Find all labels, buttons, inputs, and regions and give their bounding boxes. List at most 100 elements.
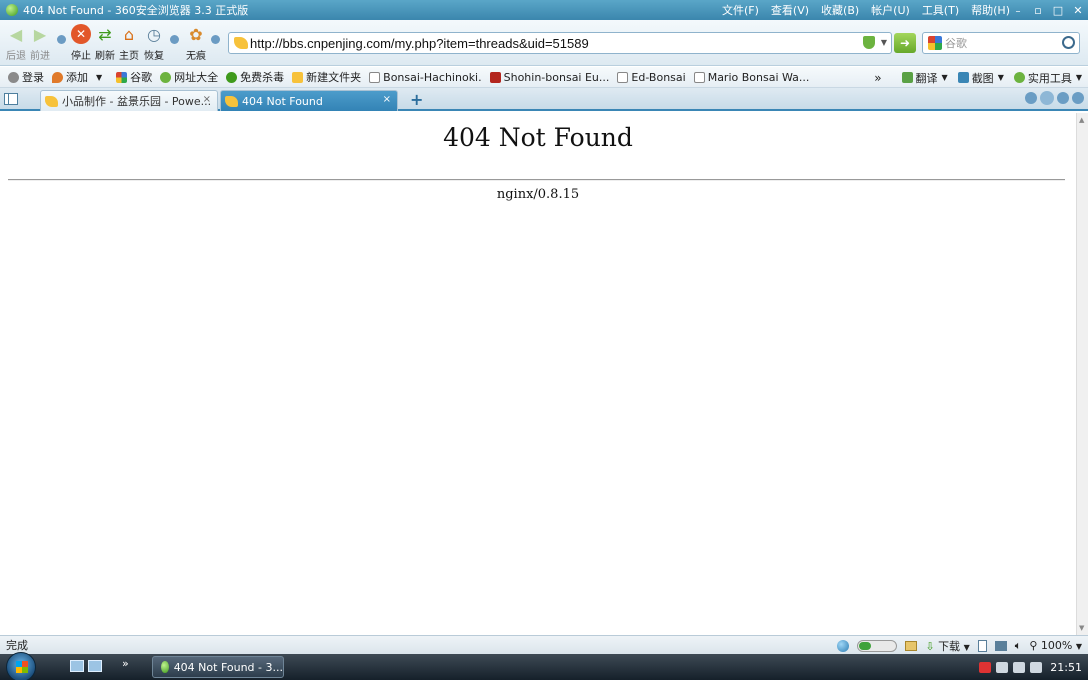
- security-shield-icon[interactable]: [862, 36, 875, 49]
- scroll-up-icon[interactable]: ▲: [1079, 116, 1084, 124]
- url-dropdown-icon[interactable]: ▼: [881, 38, 887, 47]
- clock[interactable]: 21:51: [1050, 661, 1082, 674]
- tab-list-icon[interactable]: [1040, 91, 1054, 105]
- chevron-down-icon[interactable]: ▼: [942, 73, 948, 82]
- taskbar-browser-window[interactable]: 404 Not Found - 3...: [152, 656, 284, 678]
- favorite-new-folder[interactable]: 新建文件夹: [292, 69, 361, 85]
- download-button[interactable]: ⇩ 下载 ▼: [925, 638, 969, 654]
- tab-close-icon[interactable]: ×: [383, 94, 391, 105]
- tab-close-icon[interactable]: ×: [203, 94, 211, 105]
- address-bar[interactable]: http://bbs.cnpenjing.com/my.php?item=thr…: [228, 32, 892, 54]
- search-icon[interactable]: [1062, 36, 1075, 49]
- favorite-add[interactable]: 添加 ▼: [52, 69, 102, 85]
- scroll-down-icon[interactable]: ▼: [1079, 624, 1084, 632]
- chevron-down-icon[interactable]: ▼: [998, 73, 1004, 82]
- screenshot-label: 截图: [971, 71, 994, 85]
- tab-404-not-found[interactable]: 404 Not Found ×: [220, 90, 398, 111]
- new-tab-button[interactable]: +: [410, 90, 423, 109]
- menu-view[interactable]: 查看(V): [771, 2, 809, 18]
- monitor-icon[interactable]: [994, 640, 1007, 651]
- tab-bonsai-forum[interactable]: 小品制作 - 盆景乐园 - Powe... ×: [40, 90, 218, 111]
- forward-button[interactable]: ▶ 前进: [27, 24, 53, 63]
- mode-toggle[interactable]: [857, 639, 898, 652]
- title-bar: 404 Not Found - 360安全浏览器 3.3 正式版 文件(F) 查…: [0, 0, 1088, 20]
- favorite-bonsai-hachinoki[interactable]: Bonsai-Hachinoki.: [369, 71, 482, 84]
- search-box[interactable]: 谷歌: [922, 32, 1080, 54]
- tab-navigation: [1022, 91, 1084, 105]
- volume-icon[interactable]: [1030, 661, 1043, 673]
- minimize-button[interactable]: ▫: [1028, 4, 1048, 17]
- taskbar-window-label: 404 Not Found - 3...: [173, 660, 283, 674]
- stop-button[interactable]: ✕ 停止: [68, 24, 94, 62]
- favorite-label: 新建文件夹: [306, 71, 362, 84]
- heart-icon: [52, 71, 63, 83]
- history-dropdown-icon[interactable]: [57, 35, 66, 44]
- restore-dropdown-icon[interactable]: [170, 35, 179, 44]
- zoom-level: 100%: [1040, 639, 1073, 652]
- go-button[interactable]: ➜: [894, 33, 916, 53]
- quicklaunch-more[interactable]: »: [122, 657, 129, 670]
- favorite-ed-bonsai[interactable]: Ed-Bonsai: [617, 70, 686, 84]
- switch-windows-icon[interactable]: [88, 660, 102, 672]
- tray-app-icon[interactable]: [979, 661, 992, 673]
- favorite-mario-bonsai[interactable]: Mario Bonsai Wa...: [693, 71, 809, 84]
- tab-scroll-left-icon[interactable]: [1025, 92, 1037, 104]
- favorite-shohin-bonsai[interactable]: Shohin-bonsai Eu...: [489, 71, 609, 84]
- url-input[interactable]: http://bbs.cnpenjing.com/my.php?item=thr…: [250, 36, 589, 51]
- globe-icon[interactable]: [837, 639, 850, 652]
- favorite-directory[interactable]: 网址大全: [160, 69, 218, 85]
- sidebar-toggle-icon[interactable]: [4, 93, 18, 105]
- speaker-icon[interactable]: 🔈︎: [1015, 639, 1022, 653]
- user-icon: [8, 71, 19, 83]
- favorite-label: Ed-Bonsai: [631, 70, 686, 84]
- favorite-google[interactable]: 谷歌: [116, 69, 152, 85]
- notes-icon[interactable]: [905, 640, 918, 651]
- back-arrow-icon: ◀: [9, 24, 23, 44]
- server-signature: nginx/0.8.15: [496, 187, 580, 202]
- start-button[interactable]: [6, 652, 36, 680]
- tray-app-icon[interactable]: [996, 661, 1009, 673]
- restore-button[interactable]: ◷ 恢复: [141, 24, 167, 63]
- stop-label: 停止: [71, 51, 91, 62]
- download-arrow-icon: ⇩: [925, 639, 935, 653]
- mini-mode-button[interactable]: ﹣: [1008, 2, 1028, 18]
- favorite-antivirus[interactable]: 免费杀毒: [226, 69, 284, 85]
- refresh-label: 刷新: [95, 51, 115, 62]
- incognito-button[interactable]: ✿ 无痕: [183, 24, 209, 63]
- tools-button[interactable]: 实用工具 ▼: [1013, 70, 1082, 86]
- network-icon[interactable]: [1013, 661, 1026, 673]
- refresh-button[interactable]: ⇄ 刷新: [92, 24, 118, 63]
- show-desktop-icon[interactable]: [70, 660, 84, 672]
- screenshot-button[interactable]: 截图 ▼: [957, 70, 1004, 86]
- vertical-scrollbar[interactable]: ▲ ▼: [1076, 113, 1088, 635]
- tools-label: 实用工具: [1027, 71, 1072, 85]
- close-button[interactable]: ✕: [1068, 4, 1088, 17]
- menu-tools[interactable]: 工具(T): [922, 2, 959, 18]
- translate-button[interactable]: 翻译 ▼: [901, 70, 948, 86]
- chevron-down-icon[interactable]: ▼: [96, 73, 102, 82]
- back-button[interactable]: ◀ 后退: [3, 24, 29, 63]
- home-button[interactable]: ⌂ 主页: [116, 24, 142, 63]
- page-icon[interactable]: [977, 639, 987, 652]
- maximize-button[interactable]: □: [1048, 4, 1068, 17]
- tab-label: 404 Not Found: [242, 94, 323, 108]
- search-placeholder[interactable]: 谷歌: [945, 35, 967, 51]
- chevron-down-icon[interactable]: ▼: [1076, 73, 1082, 82]
- menu-help[interactable]: 帮助(H): [971, 2, 1010, 18]
- google-icon[interactable]: [928, 36, 942, 50]
- menu-favorites[interactable]: 收藏(B): [821, 2, 859, 18]
- menu-file[interactable]: 文件(F): [722, 2, 759, 18]
- favorite-login[interactable]: 登录: [8, 69, 44, 85]
- menu-account[interactable]: 帐户(U): [871, 2, 910, 18]
- tab-scroll-right-icon[interactable]: [1057, 92, 1069, 104]
- tab-menu-icon[interactable]: [1072, 92, 1084, 104]
- zoom-control[interactable]: ⚲ 100% ▼: [1029, 639, 1082, 652]
- folder-icon: [292, 71, 304, 83]
- page-icon: [617, 71, 629, 83]
- translate-label: 翻译: [915, 71, 938, 85]
- scissors-icon: [957, 72, 969, 83]
- more-favorites-button[interactable]: »: [874, 71, 881, 85]
- incognito-dropdown-icon[interactable]: [211, 35, 220, 44]
- forward-arrow-icon: ▶: [33, 24, 47, 44]
- chevron-down-icon: ▼: [1075, 642, 1082, 651]
